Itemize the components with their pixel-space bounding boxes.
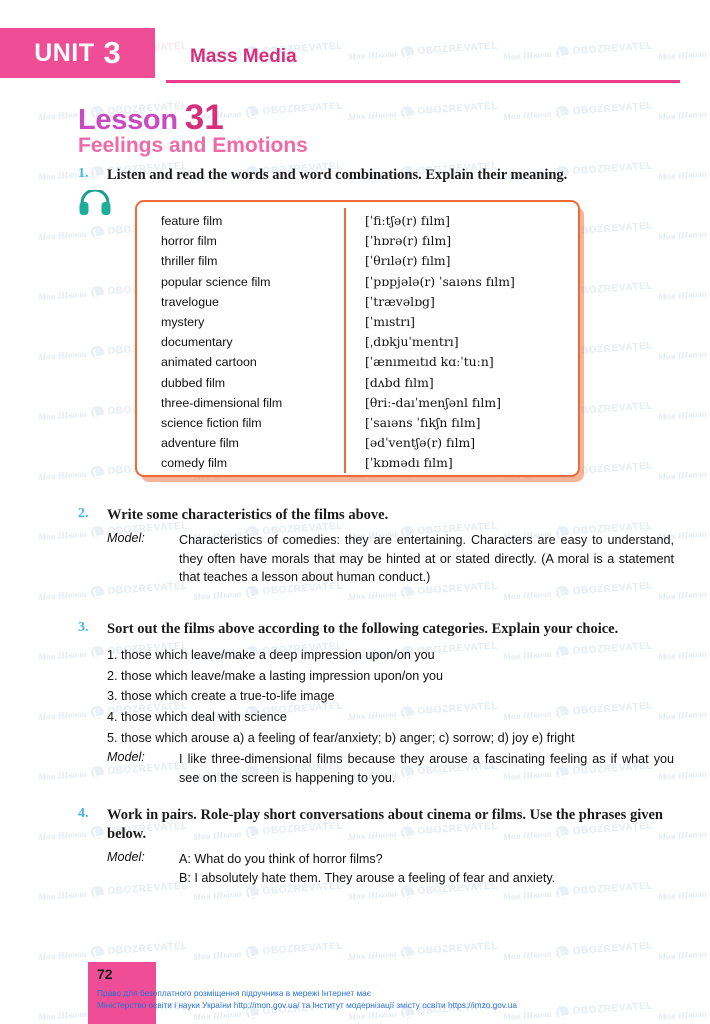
exercise-4: 4. Work in pairs. Role-play short conver… [78,806,678,887]
vocabulary-word: science fiction film [161,416,262,431]
vocabulary-word: documentary [161,335,233,350]
exercise-1-number: 1. [78,166,89,181]
unit-title: Mass Media [190,46,297,67]
lesson-number-label: 31 [184,98,224,137]
unit-number-label: 3 [103,35,121,70]
vocabulary-word: comedy film [161,456,228,471]
page-number: 72 [97,966,113,982]
vocabulary-transcription-column: [ˈfiːtʃə(r) fılm] [ˈhɒrə(r) fılm] [ˈθrıl… [365,211,515,474]
exercise-2: 2. Write some characteristics of the fil… [78,506,678,586]
exercise-2-title: Write some characteristics of the films … [107,507,389,523]
exercise-2-model: Model: Characteristics of comedies: they… [107,531,678,586]
vocabulary-transcription: [ədˈventʃə(r) fılm] [365,435,476,451]
vocabulary-box: feature film horror film thriller film p… [135,200,580,477]
model-label: Model: [107,750,145,765]
vocabulary-transcription: [ˈθrılə(r) fılm] [365,253,451,269]
model-text: I like three-dimensional films because t… [179,752,674,785]
vocabulary-column-divider [344,208,346,473]
dialogue-block: A: What do you think of horror films? B:… [179,850,674,887]
vocabulary-transcription: [ˈkɒmədı fılm] [365,455,453,471]
model-text: Characteristics of comedies: they are en… [179,533,674,584]
model-label: Model: [107,850,145,865]
model-label: Model: [107,531,145,546]
vocabulary-transcription-list: [ˈfiːtʃə(r) fılm] [ˈhɒrə(r) fılm] [ˈθrıl… [365,211,515,474]
vocabulary-transcription: [ˌdɒkjuˈmentrı] [365,334,459,350]
vocabulary-word: animated cartoon [161,355,257,370]
vocabulary-word: dubbed film [161,375,226,390]
header-divider-rule [166,80,680,83]
vocabulary-word: adventure film [161,436,239,451]
footer-copyright-line-1: Право для безоплатного розміщення підруч… [97,988,372,998]
vocabulary-transcription: [ˈfiːtʃə(r) fılm] [365,213,450,228]
exercise-3-category-list: 1. those which leave/make a deep impress… [107,645,678,748]
vocabulary-word: mystery [161,315,205,330]
list-item: 3. those which create a true-to-life ima… [107,689,335,704]
vocabulary-word: thriller film [161,254,218,269]
exercise-2-number: 2. [78,506,89,521]
vocabulary-transcription: [ˈhɒrə(r) fılm] [365,233,452,249]
lesson-subtitle: Feelings and Emotions [78,134,308,157]
exercise-3: 3. Sort out the films above according to… [78,620,678,787]
exercise-4-title: Work in pairs. Role-play short conversat… [107,807,663,843]
unit-banner: UNIT 3 [0,28,155,78]
exercise-3-title: Sort out the films above according to th… [107,621,619,637]
dialogue-line-a: A: What do you think of horror films? [179,852,383,867]
vocabulary-transcription: [ˈpɒpjələ(r) ˈsaıəns fılm] [365,273,515,289]
lesson-heading: Lesson 31 [78,98,224,138]
lesson-word-label: Lesson [78,104,178,136]
vocabulary-transcription: [ˈænımeıtıd kɑːˈtuːn] [365,354,494,370]
list-item: 1. those which leave/make a deep impress… [107,648,435,663]
footer-copyright-line-2: Міністерство освіти і науки України http… [97,1000,517,1010]
headphones-icon [78,188,112,216]
exercise-4-model: Model: A: What do you think of horror fi… [107,850,678,887]
vocabulary-transcription: [ˈtrævəlɒg] [365,293,435,309]
vocabulary-transcription: [ˈmıstrı] [365,314,416,330]
vocabulary-word: three-dimensional film [161,395,283,410]
vocabulary-word: feature film [161,214,223,228]
exercise-3-model: Model: I like three-dimensional films be… [107,750,678,787]
exercise-4-number: 4. [78,806,89,821]
list-item: 2. those which leave/make a lasting impr… [107,668,444,683]
vocabulary-word: travelogue [161,294,219,309]
exercise-1: 1. Listen and read the words and word co… [78,166,678,185]
list-item: 5. those which arouse a) a feeling of fe… [107,730,575,745]
vocabulary-transcription: [dʌbd fılm] [365,374,434,390]
vocabulary-word: popular science film [161,274,271,289]
unit-word-label: UNIT [34,38,95,67]
vocabulary-word: horror film [161,234,217,249]
list-item: 4. those which deal with science [107,709,287,724]
dialogue-line-b: B: I absolutely hate them. They arouse a… [179,870,556,885]
exercise-3-number: 3. [78,620,89,635]
vocabulary-transcription: [ˈsaıəns ˈfıkʃn fılm] [365,415,481,431]
vocabulary-word-list: feature film horror film thriller film p… [161,211,282,474]
exercise-1-title: Listen and read the words and word combi… [107,167,568,183]
vocabulary-transcription: [θriː-daıˈmenʃənl fılm] [365,394,501,410]
textbook-page: UNIT 3 Mass Media Lesson 31 Feelings and… [0,0,710,1024]
vocabulary-words-column: feature film horror film thriller film p… [161,211,282,474]
